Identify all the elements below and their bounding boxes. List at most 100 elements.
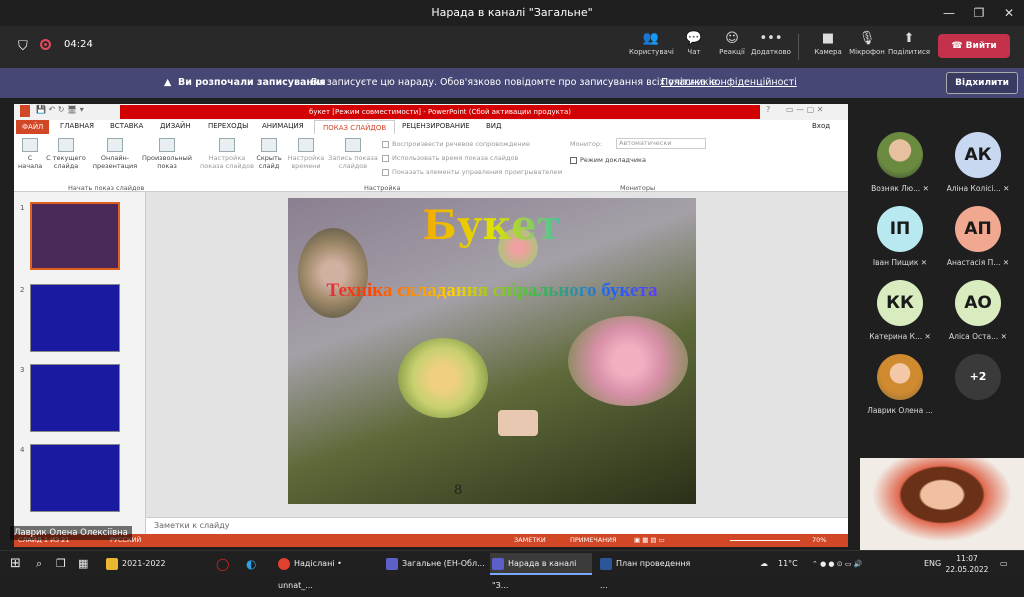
- controls-checkbox[interactable]: Показать элементы управления проигрывате…: [382, 168, 562, 176]
- mic-off-icon: ✕: [1000, 332, 1007, 341]
- weather-icon[interactable]: ☁: [758, 553, 768, 575]
- tab-slideshow[interactable]: ПОКАЗ СЛАЙДОВ: [314, 120, 396, 134]
- overflow-count: +2: [955, 354, 1001, 400]
- from-start-button[interactable]: С начала: [18, 138, 42, 170]
- mic-button[interactable]: 🎙 Мікрофон: [845, 30, 889, 56]
- tab-view[interactable]: ВИД: [486, 122, 502, 130]
- taskbar-item-teams-channel[interactable]: Загальне (ЕН-Обл...: [384, 553, 486, 575]
- task-view-icon[interactable]: ❐: [54, 553, 66, 575]
- tab-animation[interactable]: АНИМАЦИЯ: [262, 122, 304, 130]
- online-presentation-button[interactable]: Онлайн-презентация: [90, 138, 140, 170]
- start-icon[interactable]: ⊞: [8, 553, 21, 575]
- shield-icon: ⛉: [18, 39, 28, 54]
- slide-thumbnail[interactable]: [30, 364, 120, 432]
- avatar: АП: [955, 206, 1001, 252]
- setup-show-button[interactable]: Настройка показа слайдов: [200, 138, 254, 170]
- minimize-icon[interactable]: —: [934, 0, 964, 26]
- more-icon: •••: [759, 31, 783, 46]
- taskbar-item-teams-meeting[interactable]: Нарада в каналі "З...: [490, 553, 592, 590]
- mic-off-icon: ✕: [1002, 258, 1010, 267]
- tab-review[interactable]: РЕЦЕНЗИРОВАНИЕ: [402, 122, 470, 130]
- thumb-number: 3: [20, 366, 25, 374]
- language-indicator[interactable]: ENG: [922, 553, 941, 575]
- current-slide[interactable]: Букет Техніка складання спірального буке…: [288, 198, 696, 504]
- slide-thumbnail[interactable]: [30, 284, 120, 352]
- thumb-number: 2: [20, 286, 25, 294]
- rehearse-timings-button[interactable]: Настройка времени: [286, 138, 326, 170]
- avatar: [877, 354, 923, 400]
- group-setup: Настройка: [364, 184, 401, 192]
- camera-icon: ■: [821, 31, 835, 46]
- record-show-button[interactable]: Запись показа слайдов: [326, 138, 380, 170]
- taskbar-item-folder[interactable]: 2021-2022: [104, 553, 194, 575]
- participant-tile[interactable]: КК Катерина К... ✕: [860, 280, 940, 341]
- ppt-window-title: букет [Режим совместимости] - PowerPoint…: [120, 105, 760, 119]
- from-current-button[interactable]: С текущего слайда: [44, 138, 88, 170]
- participant-tile[interactable]: ІП Іван Пищик ✕: [860, 206, 940, 267]
- slide-thumbnails: 1 2 3 4: [14, 192, 146, 534]
- slide-thumbnail[interactable]: [30, 444, 120, 512]
- ppt-title-bar: 💾 ↶ ↻ 🖥 ▾ букет [Режим совместимости] - …: [14, 104, 848, 120]
- close-icon[interactable]: ✕: [994, 0, 1024, 26]
- bouquet-image: [498, 410, 538, 436]
- comments-toggle[interactable]: ПРИМЕЧАНИЯ: [570, 534, 617, 547]
- timings-checkbox[interactable]: Использовать время показа слайдов: [382, 154, 518, 162]
- more-participants-button[interactable]: +2: [938, 354, 1018, 406]
- clock[interactable]: 11:07 22.05.2022: [944, 553, 990, 575]
- banner-text: Ви записуєте цю нараду. Обов'язково пові…: [311, 77, 720, 88]
- presenter-view-checkbox[interactable]: Режим докладчика: [570, 156, 646, 164]
- tab-insert[interactable]: ВСТАВКА: [110, 122, 143, 130]
- participant-tile[interactable]: Лаврик Олена ...: [860, 354, 940, 415]
- mic-off-icon: 🎙: [858, 31, 876, 46]
- group-start-show: Начать показ слайдов: [68, 184, 145, 192]
- tab-home[interactable]: ГЛАВНАЯ: [60, 122, 94, 130]
- login-link[interactable]: Вход: [812, 122, 830, 130]
- camera-button[interactable]: ■ Камера: [806, 30, 850, 56]
- share-icon: ⬆: [903, 31, 915, 46]
- tab-file[interactable]: ФАЙЛ: [16, 120, 50, 134]
- custom-show-button[interactable]: Произвольный показ: [140, 138, 194, 170]
- narration-checkbox[interactable]: Воспроизвести речевое сопровождение: [382, 140, 530, 148]
- people-button[interactable]: 👥 Користувачі: [629, 30, 674, 56]
- reactions-button[interactable]: ☺ Реакції: [710, 30, 754, 56]
- tab-transitions[interactable]: ПЕРЕХОДЫ: [208, 122, 248, 130]
- taskbar-item-chrome[interactable]: Надіслані • unnat_...: [276, 553, 378, 590]
- bouquet-image: [568, 316, 688, 406]
- hide-slide-button[interactable]: Скрыть слайд: [254, 138, 284, 170]
- avatar: [877, 132, 923, 178]
- mic-off-icon: ✕: [1003, 184, 1010, 193]
- more-button[interactable]: ••• Додатково: [749, 30, 793, 56]
- ppt-logo-icon: [20, 105, 30, 117]
- slide-thumbnail[interactable]: [30, 202, 120, 270]
- avatar: КК: [877, 280, 923, 326]
- privacy-link[interactable]: Політика конфіденційності: [661, 68, 797, 98]
- search-icon[interactable]: ⌕: [34, 553, 42, 575]
- slide-number: 8: [454, 483, 463, 498]
- leave-button[interactable]: ☎ Вийти: [938, 34, 1010, 58]
- tray-icons[interactable]: ⌃ ● ● ⊙ ▭ 🔊: [810, 553, 862, 575]
- help-icon[interactable]: ?: [766, 105, 770, 114]
- monitor-label: Монитор:: [570, 140, 603, 148]
- zoom-slider[interactable]: [730, 540, 800, 541]
- participant-tile[interactable]: АО Аліса Оста... ✕: [938, 280, 1018, 341]
- participant-tile[interactable]: АК Аліна Колісі... ✕: [938, 132, 1018, 193]
- taskbar-item-word[interactable]: План проведення ...: [598, 553, 700, 590]
- dismiss-button[interactable]: Відхилити: [946, 72, 1018, 94]
- ppt-window-controls[interactable]: ▭ — ▢ ✕: [786, 105, 823, 114]
- monitor-select[interactable]: Автоматически: [616, 138, 706, 149]
- notifications-icon[interactable]: ▭: [998, 553, 1008, 575]
- opera-icon[interactable]: ◯: [214, 553, 229, 575]
- notes-toggle[interactable]: ЗАМЕТКИ: [514, 534, 546, 547]
- ribbon-tabs: ФАЙЛ ГЛАВНАЯ ВСТАВКА ДИЗАЙН ПЕРЕХОДЫ АНИ…: [14, 120, 848, 134]
- participant-tile[interactable]: АП Анастасія П... ✕: [938, 206, 1018, 267]
- notes-pane[interactable]: Заметки к слайду: [146, 517, 848, 534]
- recording-banner: ▲ Ви розпочали записування Ви записуєте …: [0, 68, 1024, 98]
- participant-tile[interactable]: Возняк Лю... ✕: [860, 132, 940, 193]
- share-button[interactable]: ⬆ Поділитися: [887, 30, 931, 56]
- quick-access-icons[interactable]: 💾 ↶ ↻ 🖥 ▾: [36, 105, 84, 114]
- calculator-icon[interactable]: ▦: [76, 553, 88, 575]
- tab-design[interactable]: ДИЗАЙН: [160, 122, 190, 130]
- edge-icon[interactable]: ◐: [244, 553, 256, 575]
- view-icons[interactable]: ▣ ▦ ▤ ▭: [634, 534, 665, 547]
- maximize-icon[interactable]: ❐: [964, 0, 994, 26]
